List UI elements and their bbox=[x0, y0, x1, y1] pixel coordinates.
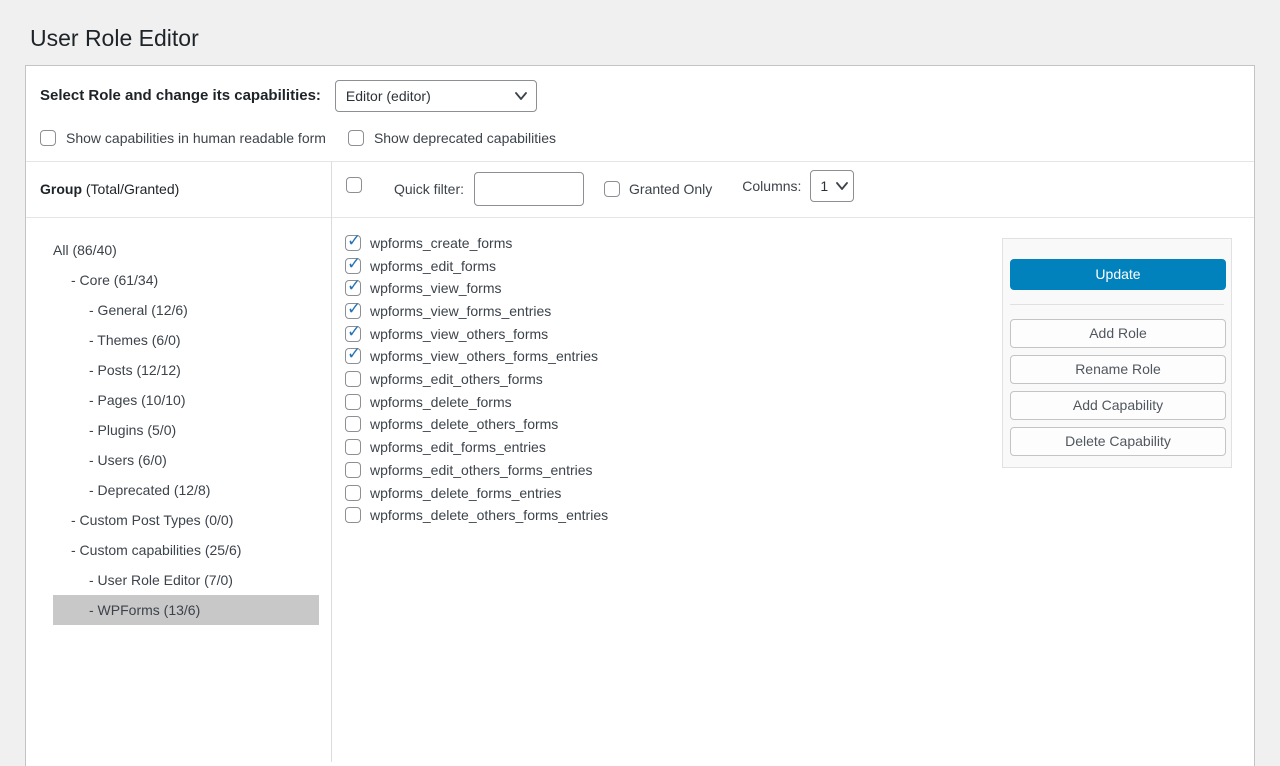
capability-checkbox[interactable] bbox=[345, 507, 361, 523]
capability-label: wpforms_view_others_forms_entries bbox=[370, 348, 598, 364]
role-selection-section: Select Role and change its capabilities:… bbox=[26, 66, 1254, 161]
group-tree-item[interactable]: - Core (61/34) bbox=[53, 265, 319, 295]
group-header-title: Group bbox=[40, 181, 82, 197]
group-tree-item[interactable]: - Plugins (5/0) bbox=[53, 415, 319, 445]
capability-row: wpforms_create_forms bbox=[345, 232, 1002, 255]
capability-label: wpforms_delete_others_forms bbox=[370, 416, 558, 432]
capabilities-pane: Quick filter: Granted Only Columns: 1 wp… bbox=[332, 162, 1254, 762]
capability-row: wpforms_delete_others_forms_entries bbox=[345, 504, 1002, 527]
capability-checkbox[interactable] bbox=[345, 416, 361, 432]
columns-select-control[interactable]: 1 bbox=[811, 171, 853, 201]
group-tree-item[interactable]: - WPForms (13/6) bbox=[53, 595, 319, 625]
secondary-actions: Add Role Rename Role Add Capability Delete … bbox=[1010, 319, 1224, 456]
capability-row: wpforms_delete_forms_entries bbox=[345, 481, 1002, 504]
update-button[interactable]: Update bbox=[1010, 259, 1226, 290]
capability-label: wpforms_delete_others_forms_entries bbox=[370, 507, 608, 523]
filter-bar: Quick filter: Granted Only Columns: 1 bbox=[332, 162, 1254, 218]
role-select[interactable]: Editor (editor) bbox=[335, 80, 537, 112]
capability-row: wpforms_edit_forms_entries bbox=[345, 436, 1002, 459]
select-all-checkbox[interactable] bbox=[346, 177, 362, 193]
capability-label: wpforms_edit_others_forms bbox=[370, 371, 543, 387]
capability-checkbox[interactable] bbox=[345, 235, 361, 251]
groups-header: Group (Total/Granted) bbox=[26, 162, 331, 218]
add-role-button[interactable]: Add Role bbox=[1010, 319, 1226, 348]
quick-filter-input[interactable] bbox=[474, 172, 584, 206]
capability-row: wpforms_delete_forms bbox=[345, 390, 1002, 413]
capability-label: wpforms_edit_forms_entries bbox=[370, 439, 546, 455]
groups-pane: Group (Total/Granted) All (86/40)- Core … bbox=[26, 162, 332, 762]
capability-row: wpforms_delete_others_forms bbox=[345, 413, 1002, 436]
capability-label: wpforms_edit_others_forms_entries bbox=[370, 462, 593, 478]
capability-checkbox[interactable] bbox=[345, 280, 361, 296]
delete-capability-button[interactable]: Delete Capability bbox=[1010, 427, 1226, 456]
groups-tree: All (86/40)- Core (61/34)- General (12/6… bbox=[26, 218, 331, 625]
capability-checkbox[interactable] bbox=[345, 303, 361, 319]
group-tree-item[interactable]: - Posts (12/12) bbox=[53, 355, 319, 385]
capability-checkbox[interactable] bbox=[345, 326, 361, 342]
group-tree-item[interactable]: - User Role Editor (7/0) bbox=[53, 565, 319, 595]
capability-row: wpforms_edit_others_forms_entries bbox=[345, 458, 1002, 481]
granted-only-checkbox[interactable] bbox=[604, 181, 620, 197]
group-tree-item[interactable]: - General (12/6) bbox=[53, 295, 319, 325]
select-role-label: Select Role and change its capabilities: bbox=[40, 87, 321, 104]
role-select-control[interactable]: Editor (editor) bbox=[336, 81, 536, 111]
capability-checkbox[interactable] bbox=[345, 485, 361, 501]
show-deprecated-label: Show deprecated capabilities bbox=[374, 130, 556, 146]
capability-label: wpforms_view_others_forms bbox=[370, 326, 548, 342]
human-readable-checkbox[interactable] bbox=[40, 130, 56, 146]
capability-label: wpforms_view_forms bbox=[370, 280, 501, 296]
capability-label: wpforms_delete_forms_entries bbox=[370, 485, 561, 501]
capabilities-list: wpforms_create_forms wpforms_edit_formswp… bbox=[332, 218, 1002, 762]
group-tree-item[interactable]: - Users (6/0) bbox=[53, 445, 319, 475]
group-tree-item[interactable]: - Custom Post Types (0/0) bbox=[53, 505, 319, 535]
group-tree-item[interactable]: - Themes (6/0) bbox=[53, 325, 319, 355]
show-deprecated-checkbox[interactable] bbox=[348, 130, 364, 146]
rename-role-button[interactable]: Rename Role bbox=[1010, 355, 1226, 384]
capability-label: wpforms_delete_forms bbox=[370, 394, 512, 410]
group-tree-item[interactable]: All (86/40) bbox=[53, 235, 319, 265]
capability-label: wpforms_create_forms bbox=[370, 235, 512, 251]
columns-label: Columns: bbox=[742, 178, 801, 194]
group-tree-item[interactable]: - Pages (10/10) bbox=[53, 385, 319, 415]
capability-label: wpforms_view_forms_entries bbox=[370, 303, 551, 319]
capability-row: wpforms_view_forms bbox=[345, 277, 1002, 300]
capability-checkbox[interactable] bbox=[345, 348, 361, 364]
group-tree-item[interactable]: - Deprecated (12/8) bbox=[53, 475, 319, 505]
actions-divider bbox=[1010, 304, 1224, 305]
capability-row: wpforms_edit_others_forms bbox=[345, 368, 1002, 391]
capability-row: wpforms_view_others_forms bbox=[345, 322, 1002, 345]
quick-filter-label: Quick filter: bbox=[394, 181, 464, 197]
actions-panel: Update Add Role Rename Role Add Capability… bbox=[1002, 238, 1232, 468]
human-readable-label: Show capabilities in human readable form bbox=[66, 130, 326, 146]
capability-checkbox[interactable] bbox=[345, 371, 361, 387]
capability-checkbox[interactable] bbox=[345, 439, 361, 455]
page-title: User Role Editor bbox=[0, 0, 1280, 65]
group-header-suffix: (Total/Granted) bbox=[82, 181, 179, 197]
capability-row: wpforms_view_forms_entries bbox=[345, 300, 1002, 323]
add-capability-button[interactable]: Add Capability bbox=[1010, 391, 1226, 420]
capability-label: wpforms_edit_forms bbox=[370, 258, 496, 274]
capability-checkbox[interactable] bbox=[345, 258, 361, 274]
capability-row: wpforms_view_others_forms_entries bbox=[345, 345, 1002, 368]
capability-checkbox[interactable] bbox=[345, 394, 361, 410]
group-tree-item[interactable]: - Custom capabilities (25/6) bbox=[53, 535, 319, 565]
granted-only-label: Granted Only bbox=[629, 181, 712, 197]
capability-checkbox[interactable] bbox=[345, 462, 361, 478]
user-role-editor-panel: Select Role and change its capabilities:… bbox=[25, 65, 1255, 766]
capability-row: wpforms_edit_forms bbox=[345, 254, 1002, 277]
columns-select[interactable]: 1 bbox=[810, 170, 854, 202]
